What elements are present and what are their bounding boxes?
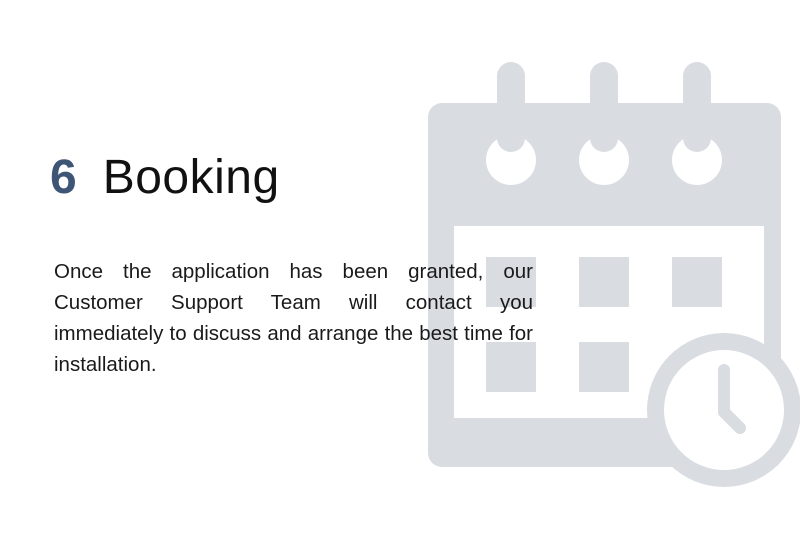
step-heading: 6 Booking	[50, 150, 280, 205]
step-number: 6	[50, 151, 77, 204]
step-title: Booking	[102, 151, 280, 204]
booking-step-panel: 6 Booking Once the application has been …	[0, 0, 800, 534]
step-description: Once the application has been granted, o…	[54, 260, 533, 376]
